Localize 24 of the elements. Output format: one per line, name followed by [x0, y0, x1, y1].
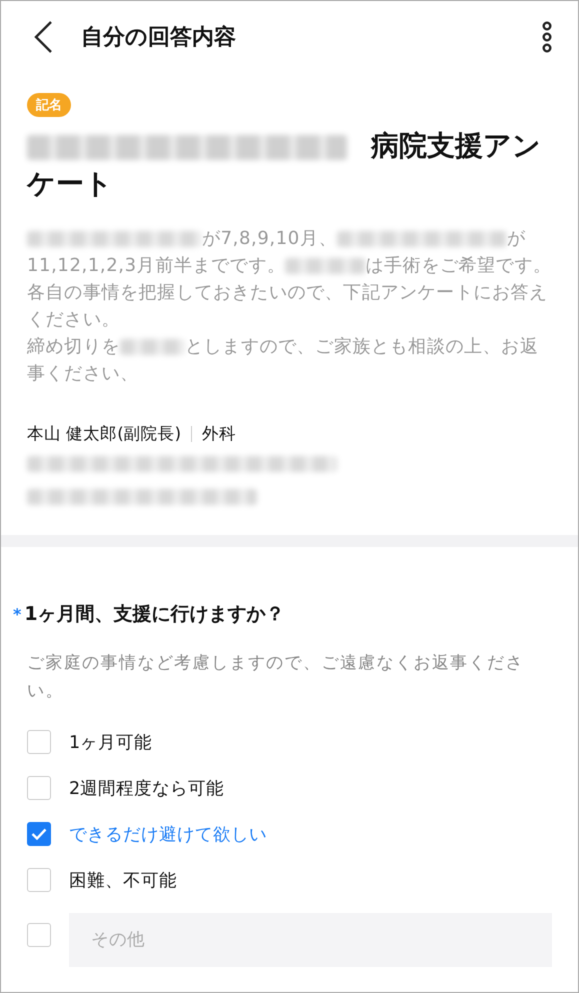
option-label[interactable]: 2週間程度なら可能 [69, 776, 224, 800]
checkbox[interactable] [27, 776, 51, 800]
option-label[interactable]: できるだけ避けて欲しい [69, 822, 267, 846]
signed-badge: 記名 [27, 93, 71, 117]
option-label[interactable]: 1ヶ月可能 [69, 730, 152, 754]
checkbox[interactable] [27, 923, 51, 947]
blurred-text [120, 338, 185, 356]
department: 外科 [202, 423, 236, 445]
required-mark: * [13, 605, 22, 624]
check-icon [31, 828, 47, 840]
other-input-field[interactable]: その他 [69, 913, 552, 967]
option-label[interactable]: 困難、不可能 [69, 868, 177, 892]
description-paragraph: が7,8,9,10月、 が11,12,1,2,3月前半までです。 は手術をご希望です。各自の事情を把握しておきたいので、下記アンケートにお答えください。 [27, 227, 552, 332]
checkbox[interactable] [27, 868, 51, 892]
page-title: 自分の回答内容 [81, 24, 237, 52]
more-button[interactable] [540, 21, 554, 53]
description-paragraph: 締め切りを としますので、ご家族とも相談の上、お返事ください、 [27, 335, 540, 386]
checkbox[interactable] [27, 730, 51, 754]
checkbox[interactable] [27, 822, 51, 846]
question-title: 1ヶ月間、支援に行けますか？ [24, 602, 285, 627]
author-name: 本山 健太郎(副院長) [27, 423, 182, 445]
survey-title: 病院支援アンケート [27, 128, 542, 202]
more-icon [540, 21, 554, 53]
question-hint: ご家庭の事情など考慮しますので、ご遠慮なくお返事ください。 [27, 652, 525, 703]
